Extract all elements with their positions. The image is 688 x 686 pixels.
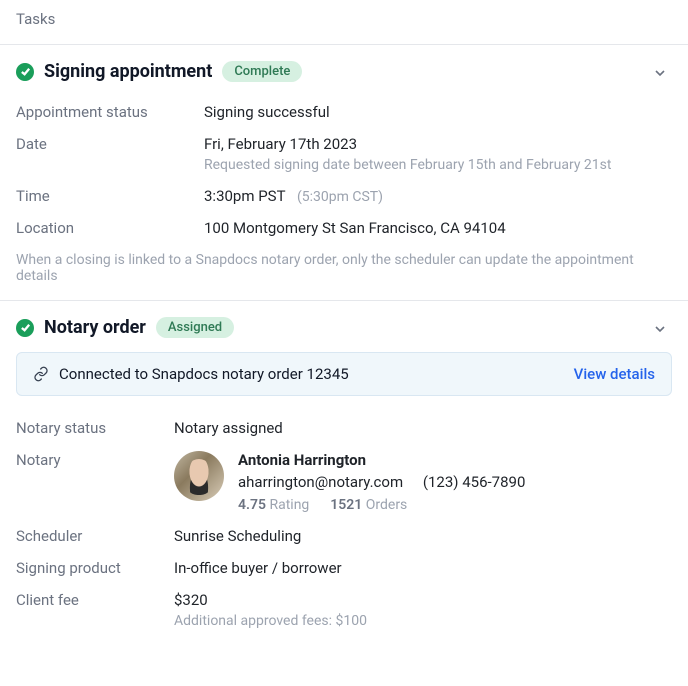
- row-location: Location 100 Montgomery St San Francisco…: [16, 212, 672, 244]
- orders-value: 1521: [330, 497, 362, 513]
- chevron-down-icon[interactable]: [652, 65, 668, 81]
- status-badge: Assigned: [156, 317, 234, 338]
- notary-name: Antonia Harrington: [238, 451, 525, 469]
- connected-text: Connected to Snapdocs notary order 12345: [59, 365, 564, 383]
- time-value: 3:30pm PST: [204, 187, 285, 205]
- row-notary-status: Notary status Notary assigned: [16, 412, 672, 444]
- field-label: Signing product: [16, 559, 166, 577]
- notary-stats: 4.75 Rating 1521 Orders: [238, 497, 525, 513]
- field-value: 100 Montgomery St San Francisco, CA 9410…: [204, 219, 672, 237]
- notary-contact: aharrington@notary.com (123) 456-7890: [238, 473, 525, 491]
- row-scheduler: Scheduler Sunrise Scheduling: [16, 520, 672, 552]
- chevron-down-icon[interactable]: [652, 321, 668, 337]
- check-circle-icon: [16, 63, 34, 81]
- row-date: Date Fri, February 17th 2023 Requested s…: [16, 128, 672, 180]
- date-subtext: Requested signing date between February …: [204, 157, 672, 173]
- field-value: Sunrise Scheduling: [174, 527, 672, 545]
- section-signing-appointment: Signing appointment Complete Appointment…: [0, 45, 688, 301]
- orders-label: Orders: [366, 497, 408, 513]
- field-label: Scheduler: [16, 527, 166, 545]
- field-value: In-office buyer / borrower: [174, 559, 672, 577]
- field-label: Notary: [16, 451, 166, 469]
- client-fee-sub: Additional approved fees: $100: [174, 613, 672, 629]
- field-label: Time: [16, 187, 196, 205]
- avatar: [174, 451, 224, 501]
- section-header[interactable]: Notary order Assigned: [16, 317, 672, 338]
- tasks-header: Tasks: [0, 0, 688, 45]
- section-title: Signing appointment: [44, 61, 212, 82]
- time-alt: (5:30pm CST): [297, 189, 383, 205]
- rating-label: Rating: [269, 497, 309, 513]
- date-value: Fri, February 17th 2023: [204, 135, 672, 153]
- section-footnote: When a closing is linked to a Snapdocs n…: [16, 244, 672, 284]
- field-value: Notary assigned: [174, 419, 672, 437]
- field-label: Location: [16, 219, 196, 237]
- link-icon: [33, 366, 49, 382]
- field-value: $320 Additional approved fees: $100: [174, 591, 672, 629]
- section-notary-order: Notary order Assigned Connected to Snapd…: [0, 301, 688, 652]
- section-header[interactable]: Signing appointment Complete: [16, 61, 672, 82]
- field-value: Signing successful: [204, 103, 672, 121]
- notary-block: Antonia Harrington aharrington@notary.co…: [174, 451, 672, 513]
- field-value: Fri, February 17th 2023 Requested signin…: [204, 135, 672, 173]
- check-circle-icon: [16, 319, 34, 337]
- notary-phone[interactable]: (123) 456-7890: [423, 473, 526, 491]
- client-fee-value: $320: [174, 591, 672, 609]
- status-badge: Complete: [222, 61, 302, 82]
- field-value: 3:30pm PST (5:30pm CST): [204, 187, 672, 205]
- field-label: Notary status: [16, 419, 166, 437]
- row-signing-product: Signing product In-office buyer / borrow…: [16, 552, 672, 584]
- field-label: Appointment status: [16, 103, 196, 121]
- row-notary: Notary Antonia Harrington aharrington@no…: [16, 444, 672, 520]
- row-client-fee: Client fee $320 Additional approved fees…: [16, 584, 672, 636]
- field-label: Date: [16, 135, 196, 153]
- connected-banner: Connected to Snapdocs notary order 12345…: [16, 352, 672, 396]
- field-label: Client fee: [16, 591, 166, 609]
- row-time: Time 3:30pm PST (5:30pm CST): [16, 180, 672, 212]
- notary-email[interactable]: aharrington@notary.com: [238, 473, 403, 491]
- section-title: Notary order: [44, 317, 146, 338]
- rating-value: 4.75: [238, 497, 266, 513]
- row-appointment-status: Appointment status Signing successful: [16, 96, 672, 128]
- view-details-link[interactable]: View details: [574, 365, 655, 383]
